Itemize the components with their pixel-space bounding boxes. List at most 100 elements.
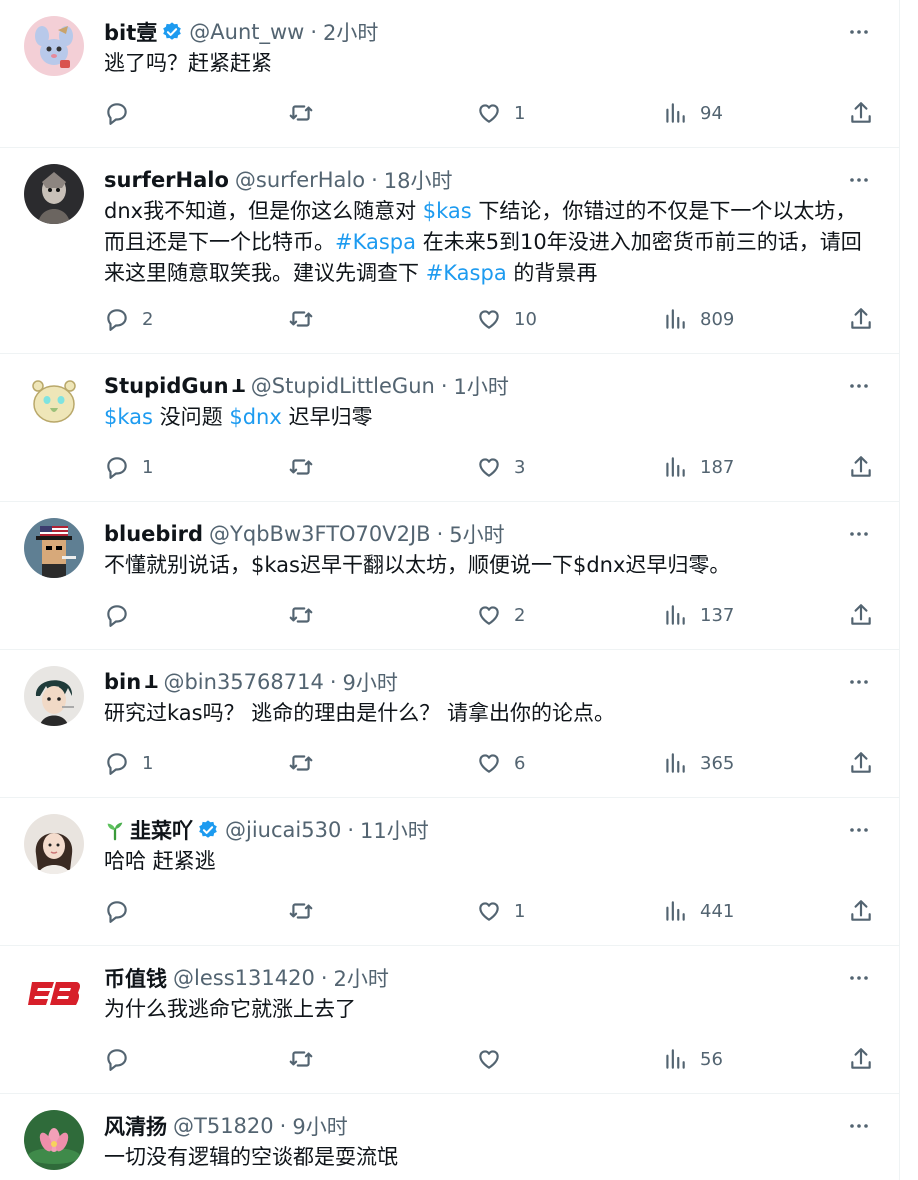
- retweet-button[interactable]: [288, 748, 326, 778]
- tweet[interactable]: bin ꓕ @bin35768714 · 9小时 研究过kas吗？ 逃命的理由是…: [0, 650, 899, 798]
- reply-button[interactable]: 2: [104, 304, 153, 334]
- retweet-button[interactable]: [288, 452, 326, 482]
- share-button[interactable]: [848, 600, 874, 630]
- views-button[interactable]: 365: [662, 748, 734, 778]
- text-segment: 的背景再: [506, 261, 598, 285]
- reply-icon: [107, 1049, 127, 1071]
- avatar[interactable]: [24, 962, 84, 1022]
- reply-button[interactable]: [104, 1044, 142, 1074]
- hashtag-link[interactable]: #Kaspa: [426, 261, 507, 285]
- views-button[interactable]: 94: [662, 98, 723, 128]
- views-button[interactable]: 56: [662, 1044, 723, 1074]
- reply-icon: [107, 753, 127, 775]
- like-button[interactable]: [476, 1044, 514, 1074]
- lotus-flower-avatar-icon: [24, 1110, 84, 1170]
- reply-button[interactable]: [104, 600, 142, 630]
- more-options-icon[interactable]: [845, 18, 873, 46]
- tweet[interactable]: 韭菜吖 @jiucai530 · 11小时 哈哈 赶紧逃 1 441: [0, 798, 899, 946]
- display-name[interactable]: bit壹: [104, 17, 157, 47]
- like-count: 3: [514, 456, 526, 478]
- like-button[interactable]: 2: [476, 600, 525, 630]
- hashtag-link[interactable]: #Kaspa: [335, 230, 416, 254]
- tweet[interactable]: surferHalo @surferHalo · 18小时 dnx我不知道，但是…: [0, 148, 899, 354]
- like-button[interactable]: 6: [476, 748, 525, 778]
- timestamp[interactable]: 2小时: [334, 963, 389, 993]
- avatar[interactable]: [24, 16, 84, 76]
- share-button[interactable]: [848, 98, 874, 128]
- share-icon: [851, 752, 871, 773]
- avatar[interactable]: [24, 518, 84, 578]
- timestamp[interactable]: 5小时: [449, 519, 504, 549]
- retweet-button[interactable]: [288, 304, 326, 334]
- more-options-icon[interactable]: [845, 964, 873, 992]
- display-name[interactable]: StupidGun: [104, 374, 229, 398]
- tweet[interactable]: StupidGun ꓕ @StupidLittleGun · 1小时 $kas …: [0, 354, 899, 502]
- display-name[interactable]: surferHalo: [104, 168, 229, 192]
- like-button[interactable]: 1: [476, 896, 525, 926]
- user-handle[interactable]: @Aunt_ww: [189, 20, 304, 44]
- more-options-icon[interactable]: [845, 1112, 873, 1140]
- timestamp[interactable]: 1小时: [454, 371, 509, 401]
- share-button[interactable]: [848, 748, 874, 778]
- retweet-button[interactable]: [288, 98, 326, 128]
- like-button[interactable]: 1: [476, 98, 525, 128]
- tweet[interactable]: bluebird @YqbBw3FTO70V2JB · 5小时 不懂就别说话，$…: [0, 502, 899, 650]
- reply-button[interactable]: 1: [104, 452, 153, 482]
- woman-portrait-avatar-icon: [24, 814, 84, 874]
- more-options-icon[interactable]: [845, 166, 873, 194]
- more-options-icon[interactable]: [845, 520, 873, 548]
- avatar[interactable]: [24, 666, 84, 726]
- more-options-icon[interactable]: [845, 372, 873, 400]
- avatar[interactable]: [24, 814, 84, 874]
- like-button[interactable]: 3: [476, 452, 525, 482]
- hashtag-link[interactable]: $kas: [423, 199, 472, 223]
- tweet[interactable]: 风清扬 @T51820 · 9小时 一切没有逻辑的空谈都是耍流氓: [0, 1094, 899, 1180]
- user-handle[interactable]: @T51820: [173, 1114, 274, 1138]
- timestamp[interactable]: 9小时: [292, 1111, 347, 1141]
- reply-button[interactable]: 1: [104, 748, 153, 778]
- reply-button[interactable]: [104, 98, 142, 128]
- timestamp[interactable]: 2小时: [323, 17, 378, 47]
- display-name[interactable]: 风清扬: [104, 1111, 167, 1141]
- views-button[interactable]: 137: [662, 600, 734, 630]
- display-name[interactable]: 币值钱: [104, 963, 167, 993]
- views-button[interactable]: 187: [662, 452, 734, 482]
- share-button[interactable]: [848, 304, 874, 334]
- tweet[interactable]: 币值钱 @less131420 · 2小时 为什么我逃命它就涨上去了 56: [0, 946, 899, 1094]
- retweet-icon: [289, 607, 313, 623]
- user-handle[interactable]: @StupidLittleGun: [251, 374, 435, 398]
- avatar[interactable]: [24, 370, 84, 430]
- display-name[interactable]: bluebird: [104, 522, 203, 546]
- user-handle[interactable]: @surferHalo: [235, 168, 365, 192]
- retweet-button[interactable]: [288, 600, 326, 630]
- user-handle[interactable]: @jiucai530: [225, 818, 341, 842]
- reply-button[interactable]: [104, 896, 142, 926]
- retweet-button[interactable]: [288, 896, 326, 926]
- more-options-icon[interactable]: [845, 816, 873, 844]
- user-handle[interactable]: @YqbBw3FTO70V2JB: [209, 522, 431, 546]
- user-handle[interactable]: @less131420: [173, 966, 315, 990]
- views-button[interactable]: 441: [662, 896, 734, 926]
- hashtag-link[interactable]: $dnx: [229, 405, 281, 429]
- views-button[interactable]: 809: [662, 304, 734, 334]
- like-button[interactable]: 10: [476, 304, 537, 334]
- share-button[interactable]: [848, 896, 874, 926]
- user-handle[interactable]: @bin35768714: [163, 670, 323, 694]
- hashtag-link[interactable]: $kas: [104, 405, 153, 429]
- share-button[interactable]: [848, 1044, 874, 1074]
- affiliation-mark: ꓕ: [145, 671, 158, 693]
- display-name[interactable]: 韭菜吖: [130, 815, 193, 845]
- avatar[interactable]: [24, 1110, 84, 1170]
- display-name[interactable]: bin: [104, 670, 141, 694]
- action-bar: 56: [104, 1044, 873, 1074]
- retweet-button[interactable]: [288, 1044, 326, 1074]
- share-button[interactable]: [848, 452, 874, 482]
- tweet-text: 逃了吗？赶紧赶紧: [104, 48, 869, 79]
- timestamp[interactable]: 18小时: [384, 165, 453, 195]
- timestamp[interactable]: 11小时: [360, 815, 429, 845]
- tweet[interactable]: bit壹 @Aunt_ww · 2小时 逃了吗？赶紧赶紧 1 94: [0, 0, 899, 148]
- timestamp[interactable]: 9小时: [343, 667, 398, 697]
- avatar[interactable]: [24, 164, 84, 224]
- more-options-icon[interactable]: [845, 668, 873, 696]
- reply-count: 1: [142, 456, 154, 478]
